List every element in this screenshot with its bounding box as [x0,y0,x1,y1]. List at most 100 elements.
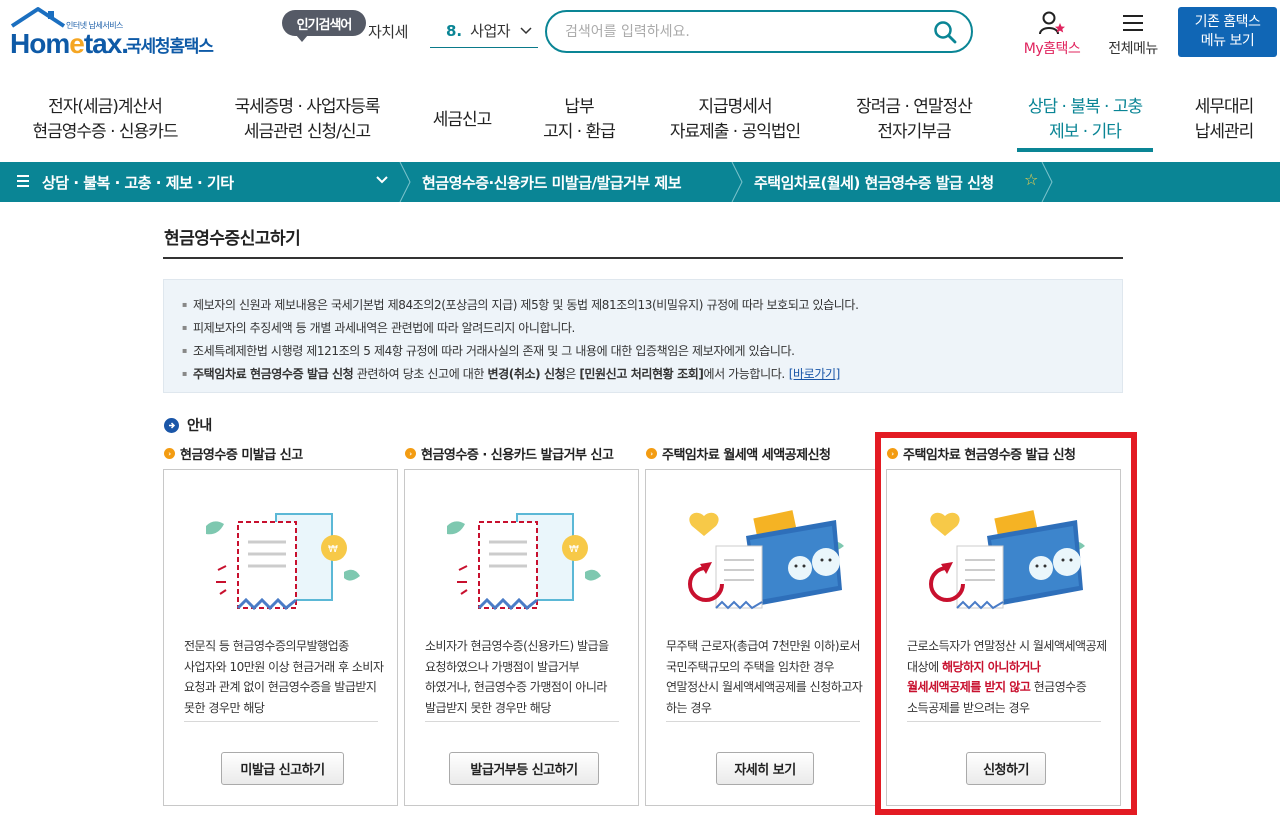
user-star-icon [1016,10,1088,36]
gnb-label: 세무대리 [1194,97,1255,117]
arrow-right-circle-icon [164,417,179,433]
card-head-label: 현금영수증 · 신용카드 발급거부 신고 [421,448,614,463]
shortcut-link[interactable]: [바로가기] [789,367,841,381]
chevron-down-icon [520,24,532,38]
popular-search-prev[interactable]: 자치세 [368,21,408,42]
card-divider [666,721,860,722]
logo-brand-part: Hom [10,28,70,59]
card-description: 전문직 등 현금영수증의무발행업종 사업자와 10만원 이상 현금거래 후 소비… [184,639,384,715]
notice-text: 은 [565,367,580,381]
classic-line2: 메뉴 보기 [1200,33,1255,49]
gnb-item-payment[interactable]: 납부 고지 · 환급 [528,88,630,152]
svg-text:₩: ₩ [569,544,579,555]
gnb-label: 자료제출 · 공익법인 [669,122,801,142]
receipt-illustration-icon: ₩ [206,513,360,611]
page-title: 현금영수증신고하기 [164,229,301,249]
my-hometax-button[interactable]: My홈택스 [1016,10,1088,58]
breadcrumb-level1[interactable]: 상담 · 불복 · 고충 · 제보 · 기타 [42,172,234,193]
notice-item: 피제보자의 추징세액 등 개별 과세내역은 관련법에 따라 알려드리지 아니합니… [182,317,1122,340]
card-description: 무주택 근로자(총급여 7천만원 이하)로서 국민주택규모의 주택을 임차한 경… [666,639,863,715]
bullet-arrow-icon: › [405,448,416,459]
refusal-report-button[interactable]: 발급거부등 신고하기 [449,752,599,785]
all-menu-label: 전체메뉴 [1108,41,1158,57]
chevron-down-icon[interactable] [376,173,388,189]
gnb-item-incentive[interactable]: 장려금 · 연말정산전자기부금 [842,88,986,152]
gnb-item-tax-report[interactable]: 세금신고 [420,88,504,152]
gnb-label: 세금신고 [432,109,493,130]
card-description: 소비자가 현금영수증(신용카드) 발급을 요청하였으나 가맹점이 발급거부 하였… [425,639,609,715]
gnb-label: 납세관리 [1194,122,1255,142]
search-input[interactable] [565,21,915,43]
card-description: 근로소득자가 연말정산 시 월세액세액공제 대상에 해당하지 아니하거나 월세세… [907,636,1107,718]
breadcrumb-separator-icon [399,162,411,202]
notice-text: 에서 가능합니다. [703,367,785,381]
card-unissued: ₩ 전문직 등 현금영수증의무발행업종 사업자와 10만원 이상 현금거래 후 … [163,469,398,806]
card-head-refusal: › 현금영수증 · 신용카드 발급거부 신고 [405,444,614,463]
search-icon[interactable] [933,20,957,44]
bullet-arrow-icon: › [646,448,657,459]
bullet-arrow-icon: › [887,448,898,459]
search-box [545,10,973,53]
breadcrumb: 상담 · 불복 · 고충 · 제보 · 기타 현금영수증·신용카드 미발급/발급… [0,162,1280,202]
gnb-label: 제보 · 기타 [1049,122,1122,142]
apply-button[interactable]: 신청하기 [966,752,1046,785]
card-head-rent-deduction: › 주택임차료 월세액 세액공제신청 [646,444,831,463]
gnb-label: 전자(세금)계산서 [48,97,163,117]
notice-box: 제보자의 신원과 제보내용은 국세기본법 제84조의2(포상금의 지급) 제5항… [163,279,1123,393]
breadcrumb-separator-icon [731,162,743,202]
svg-text:₩: ₩ [328,544,338,555]
gnb-item-statement[interactable]: 지급명세서자료제출 · 공익법인 [656,88,814,152]
my-hometax-label: My홈택스 [1023,41,1081,57]
notice-bold: 변경(취소) 신청 [487,367,566,381]
main-navigation: 전자(세금)계산서 현금영수증 · 신용카드 국세증명 · 사업자등록 세금관련 신… [0,88,1280,154]
notice-bold: 주택임차료 현금영수증 발급 신청 [193,367,354,381]
card-rent-deduction: 무주택 근로자(총급여 7천만원 이하)로서 국민주택규모의 주택을 임차한 경… [645,469,880,806]
card-head-unissued: › 현금영수증 미발급 신고 [164,444,303,463]
gnb-item-certificate[interactable]: 국세증명 · 사업자등록 세금관련 신청/신고 [218,88,396,152]
card-head-label: 주택임차료 월세액 세액공제신청 [662,448,831,463]
notice-bold: [민원신고 처리현황 조회] [579,367,704,381]
guide-label: 안내 [187,418,212,434]
notice-item: 주택임차료 현금영수증 발급 신청 관련하여 당초 신고에 대한 변경(취소) … [182,363,1122,386]
popular-search-dropdown[interactable]: 8. 사업자 [430,14,538,48]
gnb-label: 세금관련 신청/신고 [243,122,371,142]
breadcrumb-level2[interactable]: 현금영수증·신용카드 미발급/발급거부 제보 [422,172,682,193]
gnb-label: 지급명세서 [698,97,772,117]
logo-brand: Hometax. [10,28,129,60]
gnb-label: 장려금 · 연말정산 [856,97,973,117]
guide-heading: 안내 [164,415,212,435]
card-rent-receipt: 근로소득자가 연말정산 시 월세액세액공제 대상에 해당하지 아니하거나 월세세… [886,469,1121,806]
gnb-label: 전자기부금 [877,122,951,142]
wallet-illustration-icon [688,510,844,610]
popular-term: 사업자 [470,22,511,40]
gnb-label: 납부 [564,97,594,117]
popular-search-tag: 인기검색어 [282,10,366,42]
menu-icon[interactable] [16,174,30,188]
card-head-label: 주택임차료 현금영수증 발급 신청 [903,448,1076,463]
card-divider [907,721,1101,722]
notice-item: 제보자의 신원과 제보내용은 국세기본법 제84조의2(포상금의 지급) 제5항… [182,294,1122,317]
favorite-star-icon[interactable]: ☆ [1024,170,1038,189]
receipt-illustration-icon: ₩ [447,513,601,611]
gnb-label: 상담 · 불복 · 고충 [1027,97,1143,117]
card-head-rent-receipt: › 주택임차료 현금영수증 발급 신청 [887,444,1076,463]
all-menu-button[interactable]: 전체메뉴 [1100,10,1166,58]
logo-brand-e: e [69,28,85,59]
hamburger-icon [1100,10,1166,36]
unissued-report-button[interactable]: 미발급 신고하기 [221,752,344,785]
classic-hometax-button[interactable]: 기존 홈택스 메뉴 보기 [1178,7,1277,57]
card-divider [425,721,619,722]
gnb-item-invoice[interactable]: 전자(세금)계산서 현금영수증 · 신용카드 [20,88,190,152]
gnb-item-consult[interactable]: 상담 · 불복 · 고충제보 · 기타 [1017,88,1153,152]
notice-item: 조세특례제한법 시행령 제121조의 5 제4항 규정에 따라 거래사실의 존재… [182,340,1122,363]
hometax-logo[interactable]: 인터넷 납세서비스 Hometax. 국세청홈택스 [4,6,224,62]
popular-rank: 8. [446,21,463,40]
gnb-item-agent[interactable]: 세무대리납세관리 [1182,88,1266,152]
logo-brand-korean: 국세청홈택스 [126,37,214,57]
breadcrumb-level3: 주택임차료(월세) 현금영수증 발급 신청 [754,174,994,192]
notice-text: 관련하여 당초 신고에 대한 [353,367,488,381]
card-head-label: 현금영수증 미발급 신고 [180,448,303,463]
card-divider [184,721,378,722]
logo-brand-part: tax. [83,28,129,59]
details-button[interactable]: 자세히 보기 [716,752,814,785]
